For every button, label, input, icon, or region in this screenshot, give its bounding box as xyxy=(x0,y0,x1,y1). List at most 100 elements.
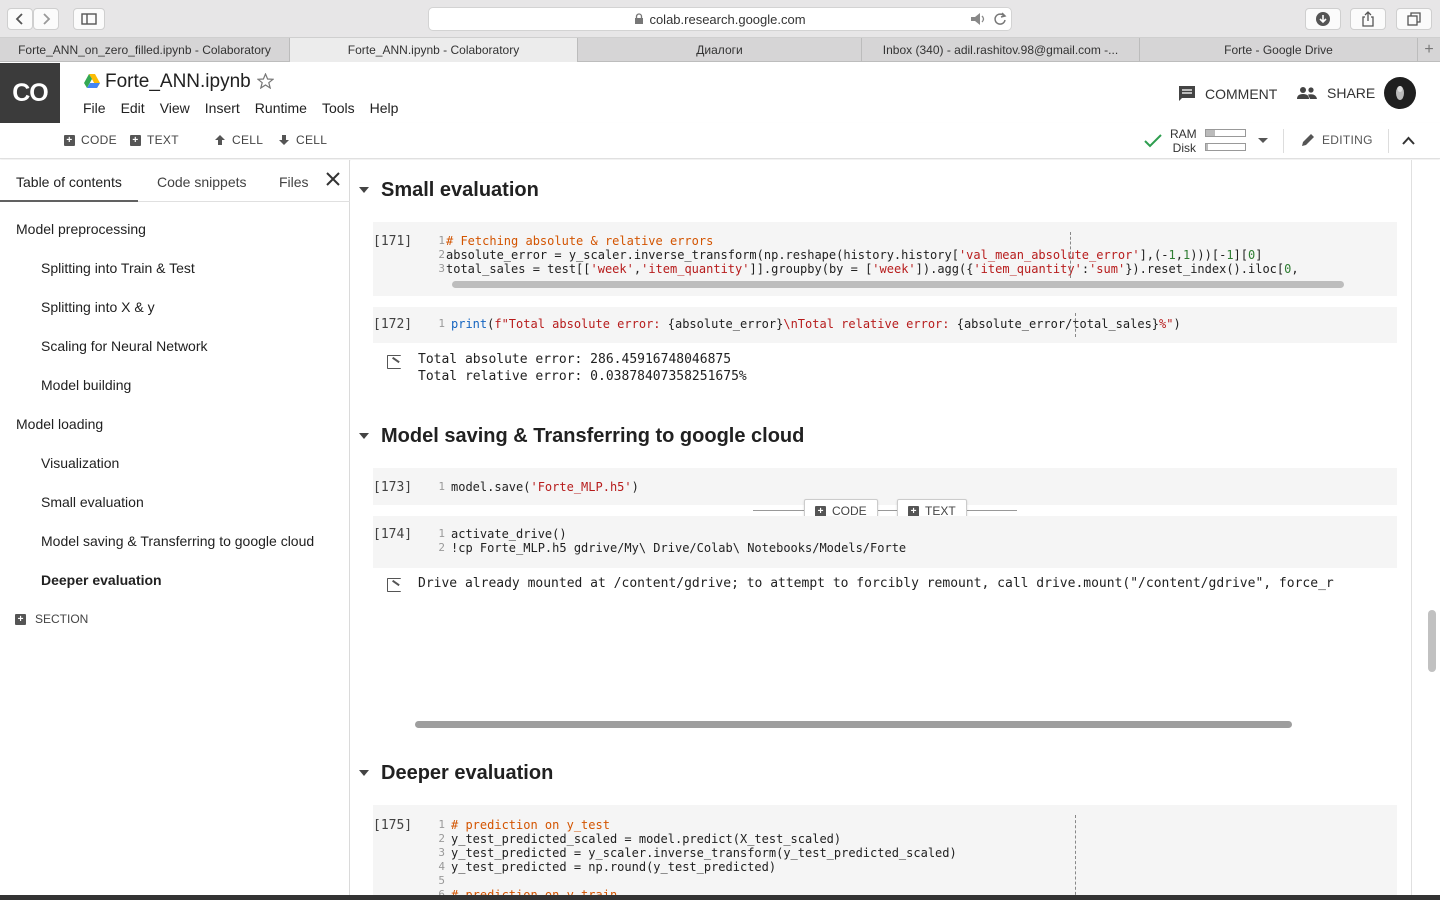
menu-edit[interactable]: Edit xyxy=(121,100,145,116)
collapse-caret-icon[interactable] xyxy=(359,433,369,439)
notebook-area: Small evaluation [171] 1 2 3 # Fetching … xyxy=(351,160,1440,900)
tabs-icon xyxy=(1407,12,1421,26)
url-text: colab.research.google.com xyxy=(649,11,806,27)
menu-insert[interactable]: Insert xyxy=(205,100,240,116)
browser-tab[interactable]: Forte - Google Drive xyxy=(1140,38,1418,62)
line-number: 1 xyxy=(438,234,445,247)
tab-title: Forte_ANN_on_zero_filled.ipynb - Colabor… xyxy=(18,43,271,57)
code-line: y_test_predicted_scaled = model.predict(… xyxy=(451,832,842,846)
menu-file[interactable]: File xyxy=(83,100,106,116)
share-page-button[interactable] xyxy=(1350,8,1386,30)
horizontal-scrollbar[interactable] xyxy=(452,281,1344,288)
browser-tab[interactable]: Forte_ANN_on_zero_filled.ipynb - Colabor… xyxy=(0,38,290,62)
editing-mode-button[interactable]: EDITING xyxy=(1300,132,1373,148)
tab-overview-button[interactable] xyxy=(1396,8,1432,30)
collapse-caret-icon[interactable] xyxy=(359,770,369,776)
dropdown-caret-icon[interactable] xyxy=(1258,138,1268,143)
avatar[interactable] xyxy=(1384,77,1416,109)
comment-label: COMMENT xyxy=(1205,85,1278,102)
back-button[interactable] xyxy=(7,8,33,30)
colab-logo[interactable]: CO xyxy=(0,63,60,123)
tab-title: Диалоги xyxy=(696,43,743,57)
reload-icon[interactable] xyxy=(993,12,1007,26)
toc-item-model-preprocessing[interactable]: Model preprocessing xyxy=(16,221,146,237)
toc-item-visualization[interactable]: Visualization xyxy=(41,455,119,471)
exec-count: [171] xyxy=(373,234,413,249)
menu-runtime[interactable]: Runtime xyxy=(255,100,307,116)
toc-item-model-saving[interactable]: Model saving & Transferring to google cl… xyxy=(41,533,314,549)
code-line: print(f"Total absolute error: {absolute_… xyxy=(451,317,1181,331)
toc-item-splitting-train-test[interactable]: Splitting into Train & Test xyxy=(41,260,195,276)
scrollbar-track-edge xyxy=(1411,160,1412,900)
ruler-line xyxy=(1070,232,1071,278)
notebook-title[interactable]: Forte_ANN.ipynb xyxy=(105,71,251,93)
speaker-icon[interactable] xyxy=(970,12,988,26)
toc-item-scaling[interactable]: Scaling for Neural Network xyxy=(41,338,208,354)
toc-item-deeper-evaluation[interactable]: Deeper evaluation xyxy=(41,572,162,588)
star-icon[interactable] xyxy=(257,73,274,89)
section-heading-model-saving: Model saving & Transferring to google cl… xyxy=(381,425,805,447)
vertical-scrollbar[interactable] xyxy=(1428,610,1436,672)
add-code-cell-button[interactable]: + CODE xyxy=(64,133,117,147)
ram-meter xyxy=(1205,129,1246,137)
address-bar[interactable]: colab.research.google.com xyxy=(428,7,1012,31)
sidebar-toggle-button[interactable] xyxy=(73,8,105,30)
share-button[interactable]: SHARE xyxy=(1296,85,1375,101)
output-icon[interactable] xyxy=(387,355,401,369)
code-line: activate_drive() xyxy=(451,527,567,541)
collapse-caret-icon[interactable] xyxy=(359,187,369,193)
code-cell[interactable]: [175] 1 2 3 4 5 6 # prediction on y_test… xyxy=(373,805,1397,900)
ruler-line xyxy=(1075,815,1076,900)
downloads-button[interactable] xyxy=(1305,8,1341,30)
share-icon xyxy=(1362,11,1374,27)
output-icon[interactable] xyxy=(387,578,401,592)
menu-view[interactable]: View xyxy=(160,100,190,116)
code-cell[interactable]: [173] 1 model.save('Forte_MLP.h5') xyxy=(373,468,1397,505)
add-section-button[interactable]: + SECTION xyxy=(15,612,88,626)
tab-files[interactable]: Files xyxy=(279,174,309,190)
horizontal-scrollbar[interactable] xyxy=(415,721,1292,728)
code-cell[interactable]: [172] 1 print(f"Total absolute error: {a… xyxy=(373,307,1397,343)
line-number: 3 xyxy=(438,262,445,275)
forward-button[interactable] xyxy=(33,8,59,30)
toc-item-small-evaluation[interactable]: Small evaluation xyxy=(41,494,144,510)
browser-tab[interactable]: Диалоги xyxy=(578,38,862,62)
editing-label: EDITING xyxy=(1322,133,1373,147)
people-icon xyxy=(1297,87,1317,99)
menu-help[interactable]: Help xyxy=(370,100,399,116)
plus-icon: + xyxy=(815,505,826,517)
browser-tab-active[interactable]: Forte_ANN.ipynb - Colaboratory xyxy=(290,38,578,62)
toc-item-splitting-x-y[interactable]: Splitting into X & y xyxy=(41,299,155,315)
code-line: model.save('Forte_MLP.h5') xyxy=(451,480,639,494)
close-icon[interactable] xyxy=(325,171,341,187)
chevron-left-icon xyxy=(15,13,23,25)
line-number: 1 xyxy=(438,818,445,831)
exec-count: [175] xyxy=(373,818,413,833)
new-tab-button[interactable]: + xyxy=(1418,38,1440,62)
code-cell[interactable]: [171] 1 2 3 # Fetching absolute & relati… xyxy=(373,222,1397,296)
tab-code-snippets[interactable]: Code snippets xyxy=(157,174,247,190)
toc-item-model-building[interactable]: Model building xyxy=(41,377,131,393)
exec-count: [173] xyxy=(373,480,413,495)
move-cell-down-button[interactable]: CELL xyxy=(278,133,327,147)
add-text-cell-button[interactable]: + TEXT xyxy=(130,133,179,147)
toc-item-model-loading[interactable]: Model loading xyxy=(16,416,103,432)
plus-icon: + xyxy=(64,134,75,146)
move-cell-up-button[interactable]: CELL xyxy=(214,133,263,147)
sidebar-tabs: Table of contents Code snippets Files xyxy=(0,160,350,202)
move-down-label: CELL xyxy=(296,133,328,147)
browser-tab[interactable]: Inbox (340) - adil.rashitov.98@gmail.com… xyxy=(862,38,1140,62)
google-drive-icon[interactable] xyxy=(84,74,100,88)
tab-table-of-contents[interactable]: Table of contents xyxy=(16,174,122,190)
code-cell[interactable]: [174] 1 2 activate_drive() !cp Forte_MLP… xyxy=(373,516,1397,568)
comment-icon xyxy=(1179,86,1195,101)
resources-labels[interactable]: RAM Disk xyxy=(1170,127,1197,155)
comment-button[interactable]: COMMENT xyxy=(1178,85,1277,102)
chevron-up-icon[interactable] xyxy=(1402,136,1415,145)
tab-title: Forte - Google Drive xyxy=(1224,43,1333,57)
lock-icon xyxy=(635,13,644,24)
menu-tools[interactable]: Tools xyxy=(322,100,355,116)
line-number: 4 xyxy=(438,860,445,873)
arrow-up-icon xyxy=(215,135,225,145)
line-number: 1 xyxy=(438,527,445,540)
